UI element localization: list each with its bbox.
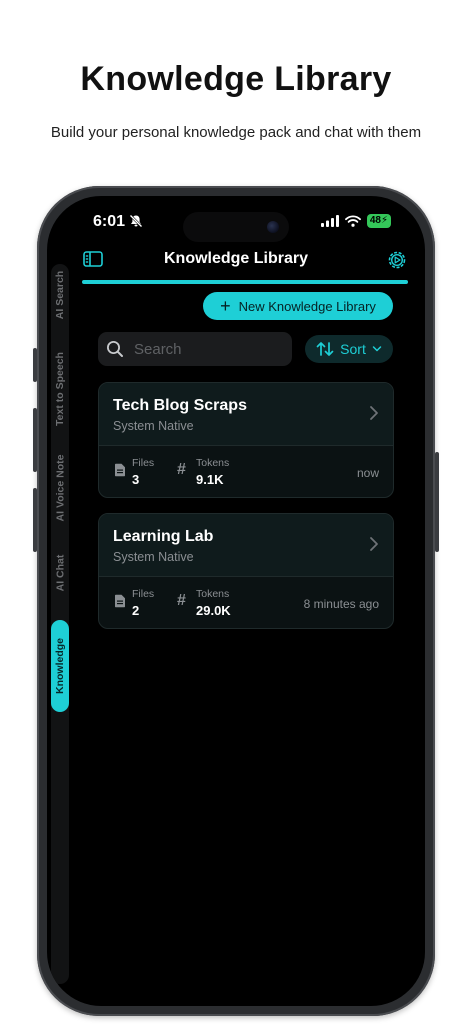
file-icon <box>115 594 125 608</box>
library-source: System Native <box>113 550 194 564</box>
chevron-right-icon <box>370 406 378 420</box>
status-time: 6:01 <box>93 213 126 230</box>
rail-tab-ai-chat[interactable]: AI Chat <box>51 546 69 600</box>
screen-title: Knowledge Library <box>163 250 309 267</box>
phone-button <box>33 408 37 472</box>
hash-icon: # <box>177 592 186 609</box>
tokens-label: Tokens <box>196 457 230 469</box>
bell-slash-icon <box>129 214 143 228</box>
rail-tab-text-to-speech[interactable]: Text to Speech <box>51 342 69 436</box>
tokens-count: 9.1K <box>196 472 224 487</box>
phone-button <box>33 488 37 552</box>
phone-screen: 6:01 48⚡ AI Search Text to Speech AI Voi… <box>47 196 425 1006</box>
plus-icon: + <box>220 296 231 316</box>
library-name: Tech Blog Scraps <box>113 397 247 414</box>
battery-indicator: 48⚡ <box>366 214 391 228</box>
search-icon <box>107 341 123 357</box>
phone-button <box>435 452 439 552</box>
battery-level: 48 <box>369 215 381 226</box>
library-card[interactable]: Tech Blog Scraps System Native Files 3 #… <box>98 382 394 498</box>
search-box[interactable] <box>98 332 292 366</box>
files-count: 3 <box>132 472 140 487</box>
gear-icon[interactable] <box>387 250 407 270</box>
signal-icon <box>320 215 339 227</box>
hash-icon: # <box>177 461 186 478</box>
sort-button[interactable]: Sort <box>305 335 393 363</box>
library-card-header[interactable]: Learning Lab System Native <box>99 514 393 577</box>
rail-tab-knowledge[interactable]: Knowledge <box>51 620 69 712</box>
status-indicators: 48⚡ <box>320 214 391 228</box>
new-knowledge-library-button[interactable]: + New Knowledge Library <box>203 292 393 320</box>
library-source: System Native <box>113 419 194 433</box>
new-knowledge-library-label: New Knowledge Library <box>238 298 376 314</box>
search-input[interactable] <box>132 339 286 359</box>
tokens-count: 29.0K <box>196 603 231 618</box>
library-card-header[interactable]: Tech Blog Scraps System Native <box>99 383 393 446</box>
files-label: Files <box>132 588 155 600</box>
rail-tab-ai-voice-note[interactable]: AI Voice Note <box>51 446 69 530</box>
library-card[interactable]: Learning Lab System Native Files 2 # Tok… <box>98 513 394 629</box>
chevron-right-icon <box>370 537 378 551</box>
promo-title: Knowledge Library <box>80 60 392 98</box>
camera-icon <box>267 221 279 233</box>
rail-tab-ai-search[interactable]: AI Search <box>51 264 69 326</box>
files-count: 2 <box>132 603 140 618</box>
updated-time: now <box>356 466 379 480</box>
tokens-label: Tokens <box>196 588 230 600</box>
chevron-down-icon <box>372 346 382 352</box>
wifi-icon <box>344 215 361 227</box>
promo-subtitle: Build your personal knowledge pack and c… <box>50 124 422 141</box>
dynamic-island <box>183 212 289 242</box>
file-icon <box>115 463 125 477</box>
header-accent-bar <box>82 280 408 284</box>
files-label: Files <box>132 457 155 469</box>
sort-label: Sort <box>340 341 366 357</box>
updated-time: 8 minutes ago <box>303 597 379 611</box>
sort-icon <box>316 342 334 356</box>
side-tab-rail: AI Search Text to Speech AI Voice Note A… <box>51 264 69 984</box>
phone-button <box>33 348 37 382</box>
library-name: Learning Lab <box>113 528 214 545</box>
